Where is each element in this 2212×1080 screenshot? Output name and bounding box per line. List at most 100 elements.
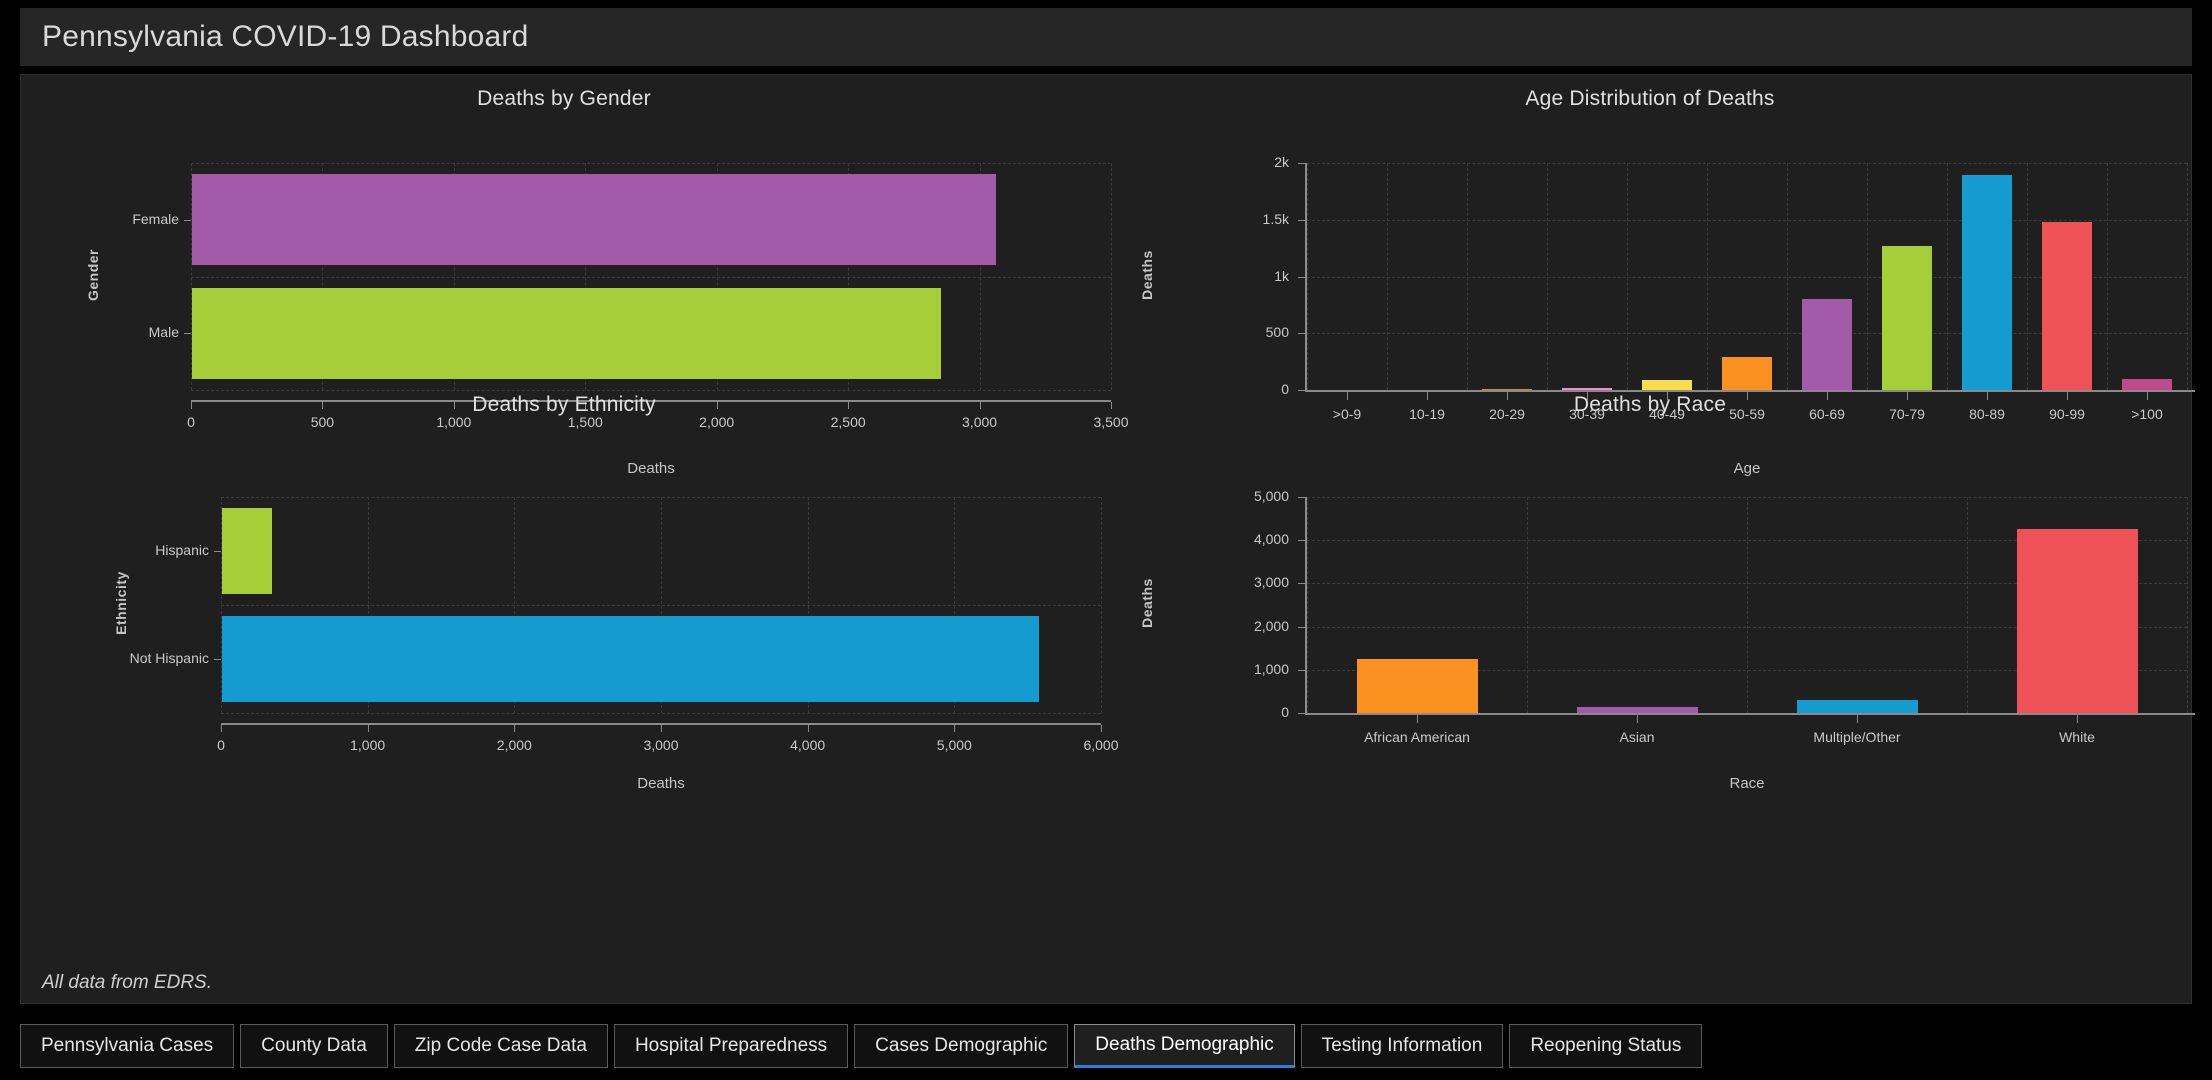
tab-label: Hospital Preparedness <box>634 1035 828 1056</box>
gridline-vertical <box>2107 163 2108 390</box>
gridline-horizontal <box>1307 219 2187 221</box>
x-axis-tick <box>954 725 956 732</box>
tab-cases-demographic[interactable]: Cases Demographic <box>854 1024 1069 1068</box>
bar-multiple-other <box>1796 700 1918 713</box>
y-axis-tick-label: 1.5k <box>1262 210 1289 227</box>
y-axis-tick-label: 1k <box>1274 267 1289 284</box>
x-axis-tick <box>221 725 222 732</box>
x-axis-title: Deaths <box>637 775 685 792</box>
gridline-vertical <box>1707 163 1708 390</box>
x-axis-tick <box>2077 715 2078 723</box>
tab-label: Cases Demographic <box>875 1035 1048 1056</box>
x-axis-line <box>1307 713 2195 715</box>
y-axis-line <box>1305 497 1307 715</box>
tab-label: Pennsylvania Cases <box>41 1035 214 1056</box>
tab-pennsylvania-cases[interactable]: Pennsylvania Cases <box>20 1024 235 1068</box>
plot-area: 0 500 1k 1.5k 2k >0-9 10-19 20-29 30-39 40-49 50-5… <box>1263 154 2195 422</box>
footer-note: All data from EDRS. <box>42 972 212 993</box>
tab-bar: Pennsylvania Cases County Data Zip Code Ca… <box>20 1024 2192 1072</box>
y-axis-title: Deaths <box>1139 249 1155 300</box>
y-axis-tick-label: 2,000 <box>1253 617 1289 634</box>
bar-not-hispanic <box>222 615 1039 703</box>
gridline-horizontal <box>221 497 1101 498</box>
x-axis-tick-label: 4,000 <box>790 737 826 753</box>
bar-male <box>192 287 942 379</box>
gridline-horizontal <box>221 713 1101 714</box>
y-axis-tick <box>1298 163 1306 164</box>
gridline-vertical <box>1307 163 1308 390</box>
y-axis-tick-label: 3,000 <box>1253 574 1289 591</box>
tab-testing-information[interactable]: Testing Information <box>1300 1024 1504 1068</box>
gridline-vertical <box>1747 497 1748 713</box>
chart-title: Deaths by Ethnicity <box>472 393 656 416</box>
x-axis-tick <box>367 725 369 732</box>
y-axis-tick <box>214 659 221 660</box>
x-axis-tick-label: Multiple/Other <box>1813 729 1901 745</box>
y-axis-tick-label: 1,000 <box>1253 660 1289 677</box>
tab-label: Deaths Demographic <box>1095 1034 1274 1055</box>
tab-county-data[interactable]: County Data <box>240 1024 388 1068</box>
x-axis-tick-label: 5,000 <box>936 737 972 753</box>
y-axis-tick <box>1298 333 1306 335</box>
y-axis-tick <box>1298 583 1306 585</box>
gridline-vertical <box>2187 497 2188 713</box>
gridline-vertical <box>1387 163 1388 390</box>
plot-area: 0 1,000 2,000 3,000 4,000 5,000 African Americ… <box>1254 488 2195 745</box>
x-axis-tick <box>1417 715 1418 723</box>
bar-70-79 <box>1882 245 1932 390</box>
gridline-vertical <box>1947 163 1948 390</box>
gridline-vertical <box>1627 163 1628 390</box>
plot-area: 0 500 1,000 1,500 2,000 2,500 3,000 3,500 Female… <box>132 163 1129 430</box>
y-axis-tick-label: 2k <box>1274 154 1289 170</box>
gridline-vertical <box>1967 497 1968 713</box>
chart-title: Age Distribution of Deaths <box>1525 87 1775 110</box>
dashboard-root: Pennsylvania COVID-19 Dashboard Deaths b… <box>0 0 2212 1080</box>
bar-white <box>2016 529 2138 713</box>
y-axis-tick-label: 5,000 <box>1253 488 1289 504</box>
x-axis-tick-label: White <box>2059 729 2095 745</box>
gridline-vertical <box>1307 497 1308 713</box>
x-axis-tick-label: 3,000 <box>643 737 679 753</box>
tab-reopening-status[interactable]: Reopening Status <box>1509 1024 1703 1068</box>
tab-deaths-demographic[interactable]: Deaths Demographic <box>1074 1024 1295 1068</box>
y-axis-tick-label: 4,000 <box>1253 531 1289 548</box>
gridline-vertical <box>1787 163 1788 390</box>
gridline-vertical <box>1867 163 1868 390</box>
plot-area: 0 1,000 2,000 3,000 4,000 5,000 6,000 Hispanic N… <box>130 497 1119 753</box>
chart-title: Deaths by Gender <box>477 87 651 110</box>
x-axis-tick-label: 0 <box>217 737 225 753</box>
y-axis-tick <box>214 551 221 552</box>
y-axis-tick <box>1298 276 1306 278</box>
tab-label: Reopening Status <box>1530 1035 1682 1056</box>
x-axis-tick <box>661 725 662 732</box>
y-axis-tick-label: 0 <box>1281 704 1289 720</box>
gridline-vertical <box>2027 163 2028 390</box>
y-axis-title: Deaths <box>1139 578 1155 628</box>
page-title: Pennsylvania COVID-19 Dashboard <box>42 20 529 53</box>
y-axis-tick <box>1298 713 1306 714</box>
y-axis-title: Ethnicity <box>113 571 129 635</box>
bar-asian <box>1576 706 1698 713</box>
tab-label: County Data <box>261 1035 367 1056</box>
gridline-vertical <box>1467 163 1468 390</box>
y-axis-tick-label: 500 <box>1265 324 1289 341</box>
app-header: Pennsylvania COVID-19 Dashboard <box>20 8 2192 66</box>
x-axis-tick-label: 1,000 <box>350 737 386 753</box>
y-axis-tick <box>184 333 191 335</box>
gridline-vertical <box>2187 163 2188 390</box>
x-axis-tick <box>1857 715 1858 723</box>
x-axis-title: Race <box>1729 775 1765 792</box>
tab-label: Testing Information <box>1321 1035 1483 1056</box>
gridline-horizontal <box>191 163 1111 164</box>
tab-label: Zip Code Case Data <box>414 1035 587 1056</box>
y-axis-tick <box>1298 626 1306 628</box>
x-axis-tick-label: African American <box>1364 729 1470 745</box>
gridline-horizontal <box>191 276 1111 278</box>
gridline-vertical <box>1527 497 1528 713</box>
tab-hospital-preparedness[interactable]: Hospital Preparedness <box>613 1024 849 1068</box>
y-axis-tick <box>1298 540 1306 542</box>
gridline-vertical <box>1547 163 1548 390</box>
tab-zip-code-case-data[interactable]: Zip Code Case Data <box>393 1024 608 1068</box>
y-axis-tick <box>1298 669 1306 671</box>
bar-90-99 <box>2042 222 2092 390</box>
